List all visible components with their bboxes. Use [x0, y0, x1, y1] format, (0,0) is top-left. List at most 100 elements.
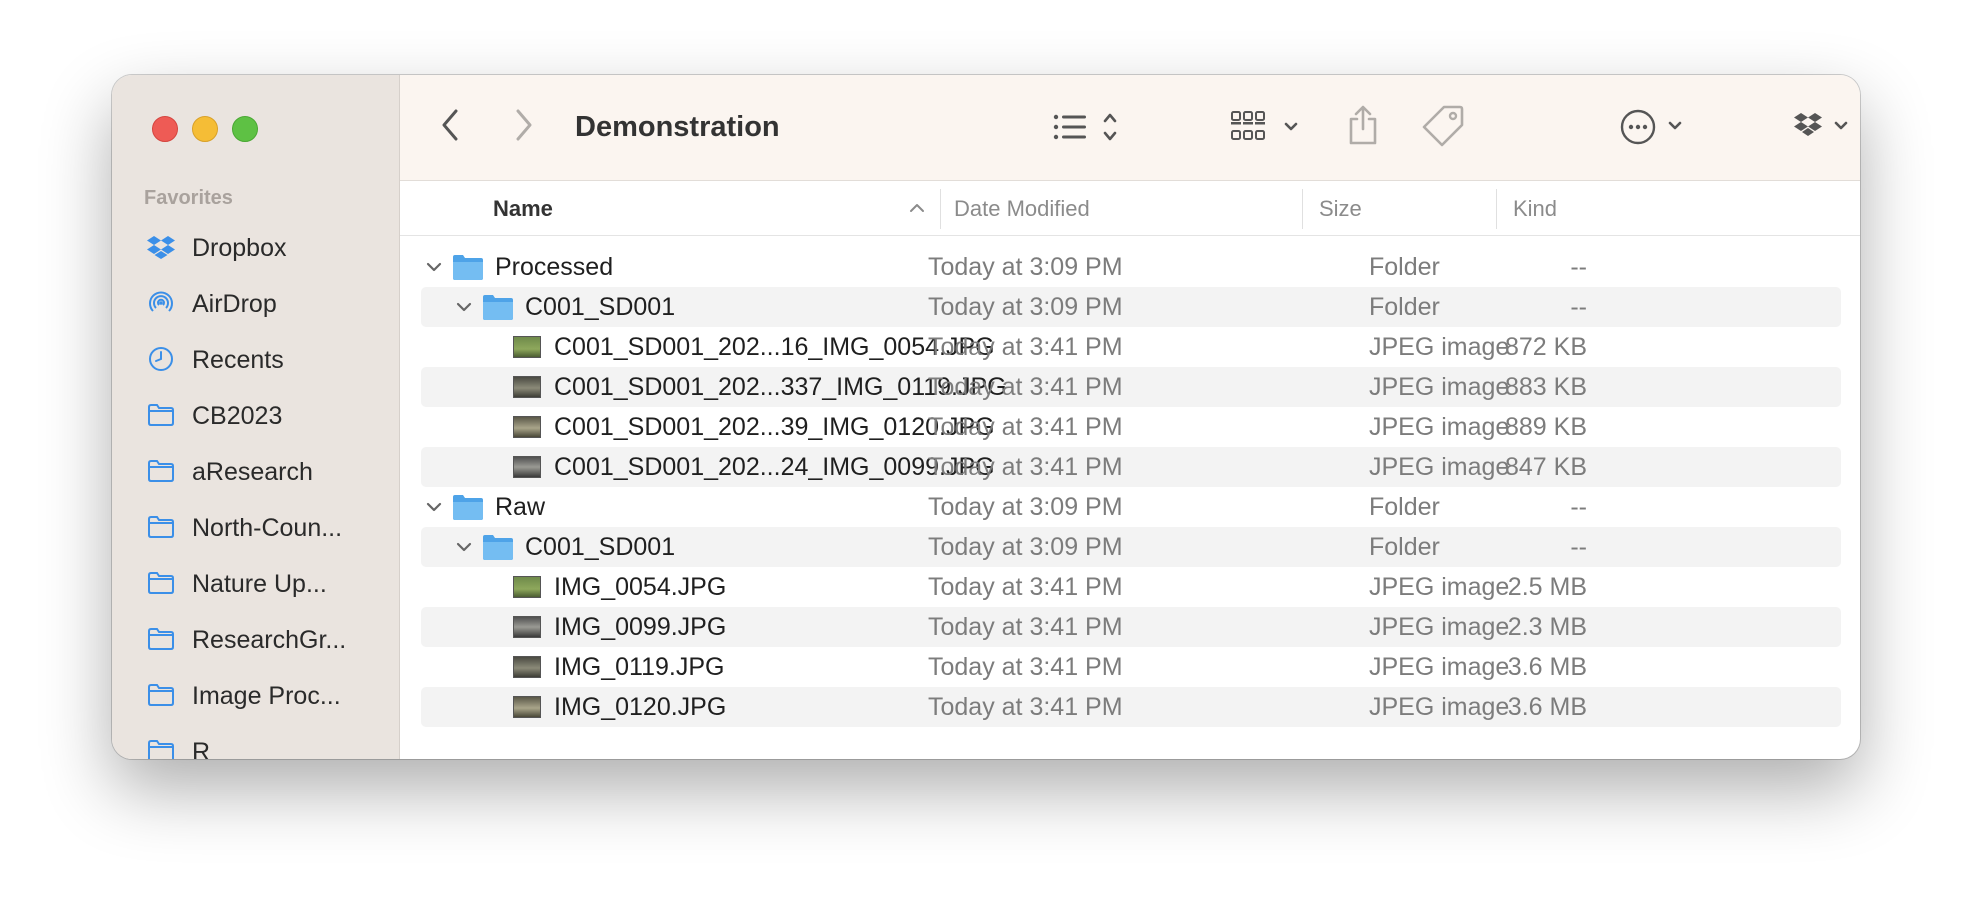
file-size: 2.3 MB: [1507, 613, 1587, 641]
column-divider[interactable]: [1302, 189, 1303, 229]
file-name: IMG_0054.JPG: [554, 573, 727, 601]
file-name: IMG_0120.JPG: [554, 693, 727, 721]
list-item[interactable]: C001_SD001_202...16_IMG_0054.JPG Today a…: [421, 327, 1841, 367]
list-item[interactable]: IMG_0120.JPG Today at 3:41 PM 3.6 MB JPE…: [421, 687, 1841, 727]
list-item[interactable]: C001_SD001 Today at 3:09 PM -- Folder: [421, 527, 1841, 567]
sidebar: Favorites Dropbox AirDrop Recents CB2023…: [112, 75, 400, 759]
file-size: 883 KB: [1504, 373, 1587, 401]
image-thumbnail-icon: [513, 656, 541, 678]
list-item[interactable]: C001_SD001 Today at 3:09 PM -- Folder: [421, 287, 1841, 327]
list-item[interactable]: C001_SD001_202...337_IMG_0119.JPG Today …: [421, 367, 1841, 407]
file-name: Processed: [495, 253, 614, 281]
file-name: IMG_0119.JPG: [554, 653, 725, 681]
file-size: 889 KB: [1504, 413, 1587, 441]
file-name: C001_SD001: [525, 293, 676, 321]
file-size: --: [1570, 493, 1587, 521]
folder-icon: [148, 460, 174, 482]
file-size: 3.6 MB: [1507, 693, 1587, 721]
sidebar-item-north-county[interactable]: North-Coun...: [112, 503, 399, 551]
folder-icon: [453, 495, 483, 520]
folder-icon: [483, 535, 513, 560]
date-modified: Today at 3:09 PM: [928, 293, 1123, 321]
chevron-down-icon[interactable]: [425, 499, 443, 515]
folder-icon: [148, 404, 174, 426]
list-item[interactable]: IMG_0054.JPG Today at 3:41 PM 2.5 MB JPE…: [421, 567, 1841, 607]
share-icon[interactable]: [1345, 103, 1381, 147]
file-size: --: [1570, 533, 1587, 561]
folder-icon: [148, 572, 174, 594]
sort-ascending-icon[interactable]: [908, 201, 926, 215]
date-modified: Today at 3:41 PM: [928, 613, 1123, 641]
date-modified: Today at 3:41 PM: [928, 373, 1123, 401]
folder-icon: [148, 516, 174, 538]
sidebar-item-label: CB2023: [192, 402, 283, 430]
chevron-down-icon[interactable]: [425, 259, 443, 275]
file-size: 2.5 MB: [1507, 573, 1587, 601]
sidebar-item-cb2023[interactable]: CB2023: [112, 391, 399, 439]
sidebar-item-label: ResearchGr...: [192, 626, 347, 654]
date-modified: Today at 3:41 PM: [928, 693, 1123, 721]
forward-icon[interactable]: [508, 105, 538, 145]
chevron-down-icon[interactable]: [455, 299, 473, 315]
more-actions-icon[interactable]: [1620, 107, 1692, 147]
sidebar-item-label: R: [192, 738, 211, 759]
sidebar-item-aresearch[interactable]: aResearch: [112, 447, 399, 495]
file-kind: JPEG image: [1369, 413, 1510, 441]
date-modified: Today at 3:09 PM: [928, 533, 1123, 561]
list-view-icon[interactable]: [1052, 109, 1130, 145]
folder-icon: [148, 628, 174, 650]
list-item[interactable]: C001_SD001_202...39_IMG_0120.JPG Today a…: [421, 407, 1841, 447]
sidebar-item-airdrop[interactable]: AirDrop: [112, 279, 399, 327]
window-title: Demonstration: [575, 111, 780, 143]
sidebar-item-label: AirDrop: [192, 290, 277, 318]
date-modified: Today at 3:09 PM: [928, 493, 1123, 521]
list-item[interactable]: IMG_0099.JPG Today at 3:41 PM 2.3 MB JPE…: [421, 607, 1841, 647]
sidebar-item-nature-up[interactable]: Nature Up...: [112, 559, 399, 607]
column-divider[interactable]: [1496, 189, 1497, 229]
file-size: 872 KB: [1504, 333, 1587, 361]
column-header-kind[interactable]: Kind: [1513, 196, 1557, 222]
back-icon[interactable]: [436, 105, 466, 145]
list-item[interactable]: IMG_0119.JPG Today at 3:41 PM 3.6 MB JPE…: [421, 647, 1841, 687]
file-kind: Folder: [1369, 493, 1440, 521]
file-kind: JPEG image: [1369, 453, 1510, 481]
sidebar-section-favorites: Favorites: [144, 187, 233, 209]
sidebar-item-r[interactable]: R: [112, 727, 399, 759]
file-size: 847 KB: [1504, 453, 1587, 481]
image-thumbnail-icon: [513, 576, 541, 598]
minimize-button[interactable]: [192, 116, 218, 142]
tag-icon[interactable]: [1422, 103, 1466, 147]
column-header-date[interactable]: Date Modified: [928, 196, 1090, 222]
list-item[interactable]: C001_SD001_202...24_IMG_0099.JPG Today a…: [421, 447, 1841, 487]
file-kind: JPEG image: [1369, 693, 1510, 721]
sidebar-item-researchgr[interactable]: ResearchGr...: [112, 615, 399, 663]
column-header-size[interactable]: Size: [1319, 196, 1362, 222]
file-size: 3.6 MB: [1507, 653, 1587, 681]
chevron-down-icon[interactable]: [455, 539, 473, 555]
sidebar-item-recents[interactable]: Recents: [112, 335, 399, 383]
date-modified: Today at 3:41 PM: [928, 573, 1123, 601]
folder-icon: [148, 740, 174, 759]
dropbox-icon[interactable]: [1792, 107, 1860, 147]
sidebar-item-label: Dropbox: [192, 234, 287, 262]
dropbox-icon: [147, 236, 175, 259]
folder-icon: [148, 684, 174, 706]
image-thumbnail-icon: [513, 616, 541, 638]
group-icon[interactable]: [1230, 109, 1304, 145]
column-header-name[interactable]: Name: [493, 196, 553, 222]
finder-window: Favorites Dropbox AirDrop Recents CB2023…: [112, 75, 1860, 759]
file-kind: Folder: [1369, 253, 1440, 281]
sidebar-item-image-proc[interactable]: Image Proc...: [112, 671, 399, 719]
date-modified: Today at 3:41 PM: [928, 333, 1123, 361]
sidebar-item-dropbox[interactable]: Dropbox: [112, 223, 399, 271]
folder-icon: [453, 255, 483, 280]
image-thumbnail-icon: [513, 416, 541, 438]
image-thumbnail-icon: [513, 376, 541, 398]
close-button[interactable]: [152, 116, 178, 142]
file-kind: JPEG image: [1369, 653, 1510, 681]
maximize-button[interactable]: [232, 116, 258, 142]
file-name: Raw: [495, 493, 546, 521]
date-modified: Today at 3:41 PM: [928, 453, 1123, 481]
list-item[interactable]: Raw Today at 3:09 PM -- Folder: [421, 487, 1841, 527]
list-item[interactable]: Processed Today at 3:09 PM -- Folder: [421, 247, 1841, 287]
